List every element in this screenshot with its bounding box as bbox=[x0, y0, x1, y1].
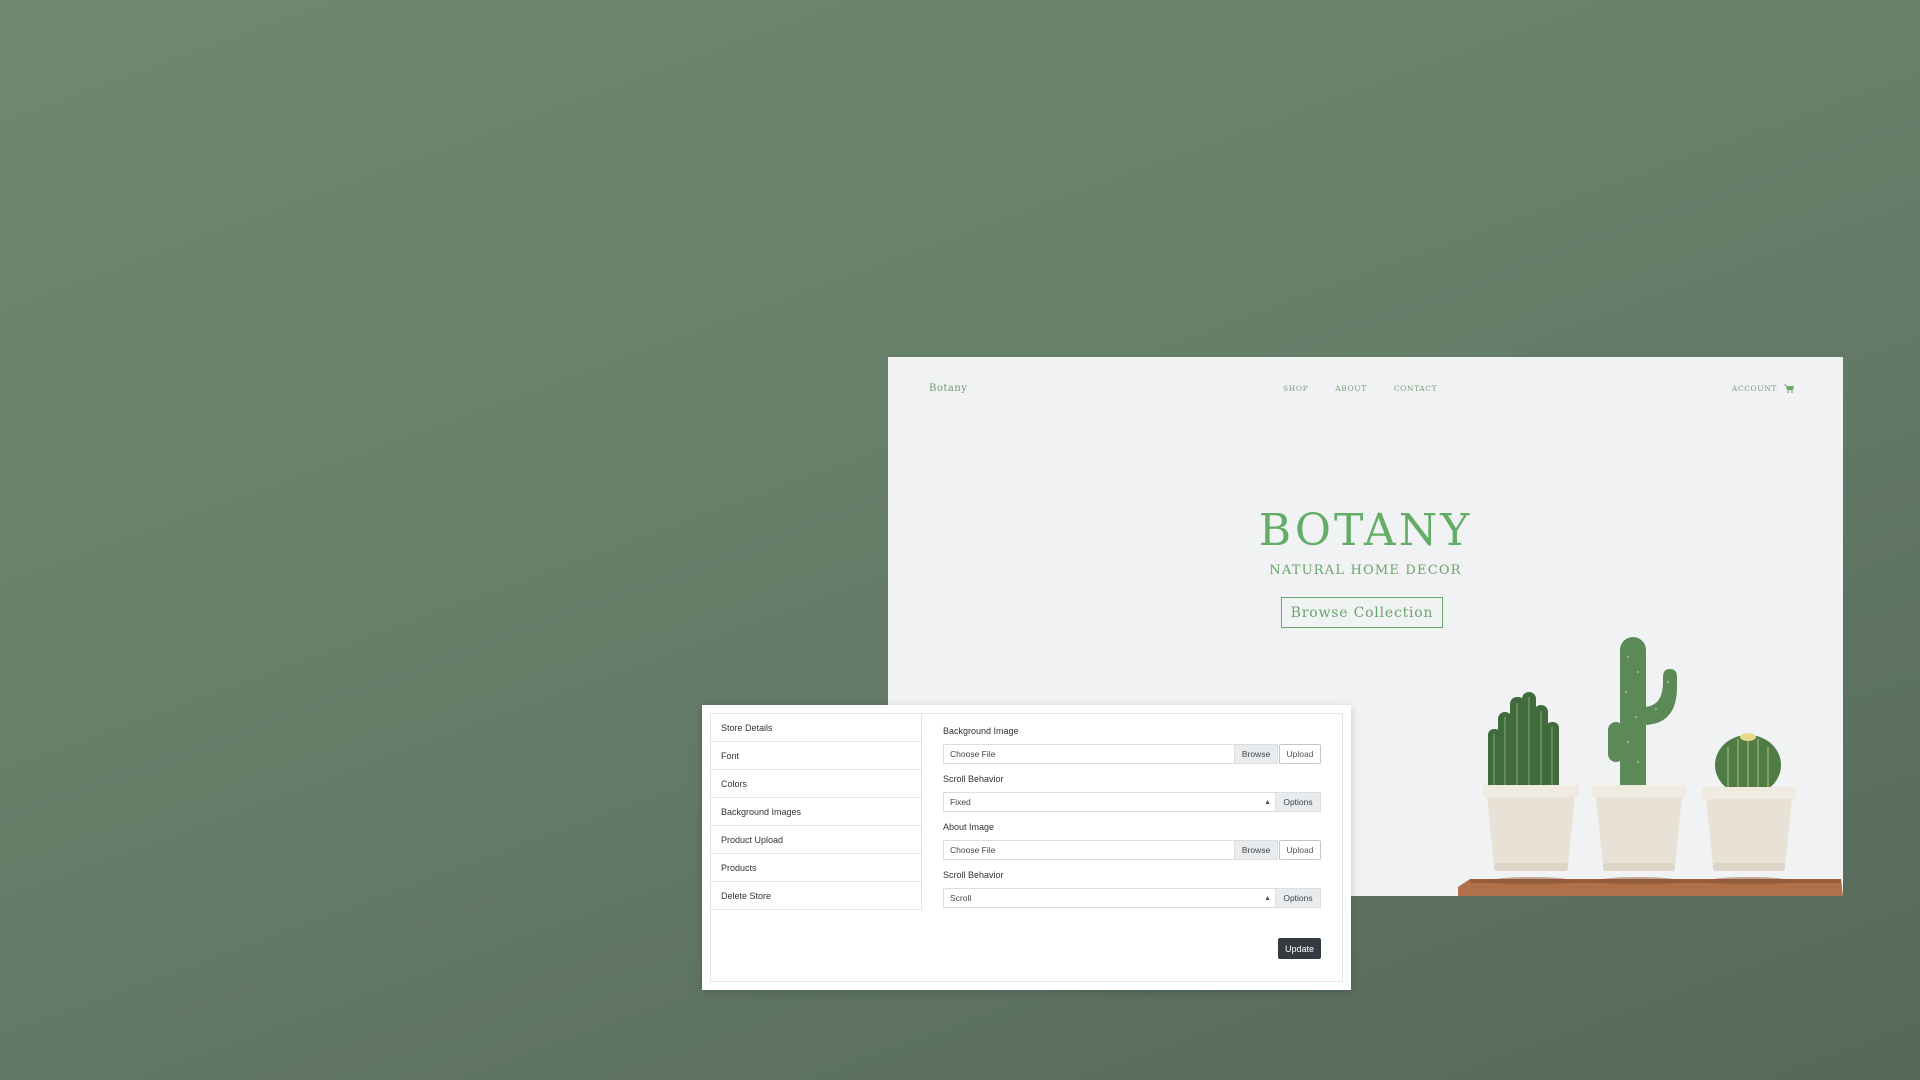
nav-account[interactable]: ACCOUNT bbox=[1732, 384, 1777, 393]
background-scroll-select[interactable]: Fixed ▲︎ bbox=[943, 792, 1276, 812]
menu-background-images[interactable]: Background Images bbox=[711, 798, 921, 826]
about-image-browse-button[interactable]: Browse bbox=[1234, 840, 1278, 860]
nav-contact[interactable]: CONTACT bbox=[1394, 384, 1437, 393]
about-image-upload-button[interactable]: Upload bbox=[1279, 840, 1321, 860]
admin-card: Store Details Font Colors Background Ima… bbox=[710, 713, 1343, 982]
menu-products[interactable]: Products bbox=[711, 854, 921, 882]
scroll-behavior-row: Scroll ▲︎ Options bbox=[943, 888, 1321, 908]
background-image-label: Background Image bbox=[943, 726, 1019, 736]
select-arrows-icon: ▲︎ bbox=[1264, 798, 1271, 806]
scroll-behavior-label: Scroll Behavior bbox=[943, 870, 1004, 880]
background-image-browse-button[interactable]: Browse bbox=[1234, 744, 1278, 764]
admin-settings-panel: Store Details Font Colors Background Ima… bbox=[702, 705, 1351, 990]
browse-collection-button[interactable]: Browse Collection bbox=[1281, 597, 1443, 628]
background-image-file-input[interactable]: Choose File bbox=[943, 744, 1234, 764]
site-nav: SHOP ABOUT CONTACT bbox=[1283, 384, 1437, 393]
about-scroll-select[interactable]: Scroll ▲︎ bbox=[943, 888, 1276, 908]
menu-font[interactable]: Font bbox=[711, 742, 921, 770]
background-image-upload-button[interactable]: Upload bbox=[1279, 744, 1321, 764]
account-label[interactable]: ACCOUNT bbox=[1732, 384, 1777, 393]
nav-shop[interactable]: SHOP bbox=[1283, 384, 1308, 393]
settings-menu: Store Details Font Colors Background Ima… bbox=[711, 714, 922, 910]
menu-product-upload[interactable]: Product Upload bbox=[711, 826, 921, 854]
hero-title: BOTANY bbox=[1258, 505, 1473, 556]
update-button[interactable]: Update bbox=[1278, 938, 1321, 959]
nav-about[interactable]: ABOUT bbox=[1335, 384, 1367, 393]
scroll-behavior-label: Scroll Behavior bbox=[943, 774, 1004, 784]
hero-subtitle: NATURAL HOME DECOR bbox=[1269, 563, 1462, 578]
background-scroll-options[interactable]: Options bbox=[1276, 792, 1321, 812]
menu-colors[interactable]: Colors bbox=[711, 770, 921, 798]
about-image-row: Choose File Browse Upload bbox=[943, 840, 1321, 860]
cart-icon[interactable] bbox=[1784, 384, 1794, 393]
select-value: Fixed bbox=[950, 797, 971, 807]
about-image-file-input[interactable]: Choose File bbox=[943, 840, 1234, 860]
about-scroll-options[interactable]: Options bbox=[1276, 888, 1321, 908]
about-image-label: About Image bbox=[943, 822, 995, 832]
cactus-image bbox=[1458, 637, 1843, 896]
background-images-form: Background Image Choose File Browse Uplo… bbox=[943, 726, 1321, 959]
background-image-row: Choose File Browse Upload bbox=[943, 744, 1321, 764]
select-arrows-icon: ▲︎ bbox=[1264, 894, 1271, 902]
menu-store-details[interactable]: Store Details bbox=[711, 714, 921, 742]
scroll-behavior-row: Fixed ▲︎ Options bbox=[943, 792, 1321, 812]
select-value: Scroll bbox=[950, 893, 972, 903]
site-logo[interactable]: Botany bbox=[929, 383, 967, 394]
menu-delete-store[interactable]: Delete Store bbox=[711, 882, 921, 909]
